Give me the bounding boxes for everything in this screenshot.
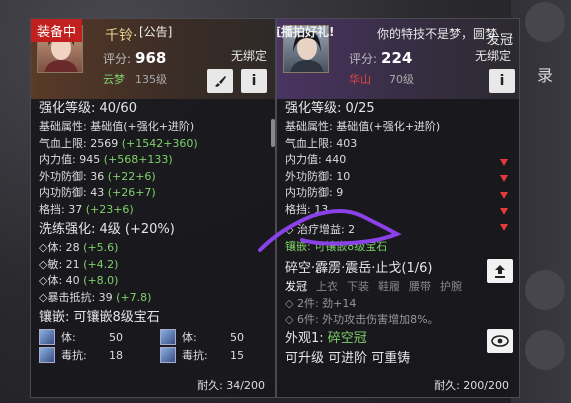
equipped-item-panel: 千铃· [公告] 无绑定 评分: 968 云梦 135级 i 装备中 强化等级: … bbox=[30, 18, 276, 398]
down-arrow-icon bbox=[500, 159, 508, 166]
info-icon[interactable]: i bbox=[241, 69, 267, 93]
set-title: 碎空·霹雳·震岳·止戈(1/6) bbox=[285, 261, 433, 276]
base-attr-title: 基础属性: 基础值(+强化+进阶) bbox=[285, 120, 441, 133]
item-stats: 强化等级: 40/60 基础属性: 基础值(+强化+进阶) 气血上限: 2569… bbox=[31, 99, 275, 375]
sect-label: 华山 bbox=[349, 73, 371, 86]
refine-row: ◇体: 40 (+8.0) bbox=[39, 274, 119, 287]
enhance-level: 强化等级: 0/25 bbox=[285, 101, 375, 116]
set-slot[interactable]: 护腕 bbox=[440, 280, 462, 293]
share-icon[interactable] bbox=[487, 259, 513, 283]
item-slot-label: 发冠 bbox=[487, 33, 514, 48]
gem-icon bbox=[160, 329, 176, 345]
refine-row: ◇暴击抵抗: 39 (+7.8) bbox=[39, 290, 152, 304]
set-slot[interactable]: 发冠 bbox=[285, 280, 307, 293]
info-icon[interactable]: i bbox=[489, 69, 515, 93]
stat-row: 外功防御: 36 (+22+6) bbox=[39, 169, 156, 183]
bind-status: 无绑定 bbox=[230, 49, 267, 63]
refine-row: ◇敏: 21 (+4.2) bbox=[39, 257, 119, 271]
stat-row: 气血上限: 2569 (+1542+360) bbox=[39, 136, 198, 150]
gem-slot[interactable]: 体: 50 bbox=[160, 328, 275, 346]
set-slot[interactable]: 下装 bbox=[347, 280, 369, 293]
appearance-row: 外观1: 碎空冠 bbox=[285, 330, 367, 346]
set-slot[interactable]: 鞋履 bbox=[378, 280, 400, 293]
enhance-level: 强化等级: 40/60 bbox=[39, 101, 137, 116]
durability: 耐久: 34/200 bbox=[197, 379, 265, 392]
annotation-stroke bbox=[258, 209, 402, 252]
side-tab-button[interactable] bbox=[525, 2, 565, 42]
stat-row: 内力值: 945 (+568+133) bbox=[39, 153, 173, 166]
gem-icon bbox=[39, 329, 55, 345]
brush-icon[interactable] bbox=[207, 69, 233, 93]
set-bonus-row: ◇ 6件: 外功攻击伤害增加8%。 bbox=[285, 313, 439, 326]
equipped-badge: 装备中 bbox=[31, 19, 83, 42]
item-header: 看直播拍好礼! 你的特技不是梦，圆梦 发冠 无绑定 评分:224 华山 70级 … bbox=[277, 19, 519, 99]
set-bonus-row: ◇ 2件: 劲+14 bbox=[285, 296, 357, 310]
bind-status: 无绑定 bbox=[474, 49, 511, 63]
gem-slot[interactable]: 毒抗: 15 bbox=[160, 346, 275, 364]
set-slot-tabs: 发冠 上衣 下装 鞋履 腰带 护腕 bbox=[285, 279, 519, 296]
down-arrow-icon bbox=[500, 175, 508, 182]
level-label: 135级 bbox=[135, 73, 167, 86]
item-owner-name: 千铃· bbox=[105, 28, 138, 44]
gem-icon bbox=[160, 347, 176, 363]
upgrade-row: 可升级 可进阶 可重铸 bbox=[285, 350, 411, 366]
sect-label: 云梦 bbox=[103, 73, 125, 86]
gem-slot[interactable]: 毒抗: 18 bbox=[39, 346, 154, 364]
scrollbar[interactable] bbox=[271, 119, 275, 147]
side-tab-label: 录 bbox=[536, 66, 553, 85]
item-score: 评分: 224 bbox=[349, 49, 413, 67]
refine-title: 洗练强化: 4级 (+20%) bbox=[39, 222, 175, 237]
item-score: 评分: 968 bbox=[103, 49, 167, 67]
side-tab-strip: 录 bbox=[511, 0, 571, 403]
level-label: 70级 bbox=[389, 73, 414, 86]
down-arrow-icon bbox=[500, 208, 508, 215]
stat-row: 气血上限: 403 bbox=[285, 136, 358, 150]
eye-icon[interactable] bbox=[487, 329, 513, 353]
down-arrow-icon bbox=[500, 192, 508, 199]
gem-slot[interactable]: 体: 50 bbox=[39, 328, 154, 346]
side-tab-button[interactable] bbox=[525, 270, 565, 310]
gem-title: 镶嵌: 可镶嵌8级宝石 bbox=[39, 310, 160, 325]
gem-icon bbox=[39, 347, 55, 363]
live-notice[interactable]: 看直播拍好礼! bbox=[277, 23, 334, 40]
stat-row: 内力值: 440 bbox=[285, 153, 347, 166]
down-arrow-icon bbox=[500, 224, 508, 231]
refine-row: ◇体: 28 (+5.6) bbox=[39, 241, 119, 254]
gem-grid: 体: 50 体: 50 毒抗: 18 毒抗: 15 bbox=[39, 328, 275, 364]
side-tab-button[interactable] bbox=[525, 330, 565, 370]
announcement-link[interactable]: [公告] bbox=[139, 23, 172, 40]
stat-row: 格挡: 37 (+23+6) bbox=[39, 202, 134, 216]
durability: 耐久: 200/200 bbox=[434, 379, 509, 392]
set-slot[interactable]: 上衣 bbox=[316, 280, 338, 293]
stat-row: 外功防御: 10 bbox=[285, 169, 351, 183]
base-attr-title: 基础属性: 基础值(+强化+进阶) bbox=[39, 120, 195, 133]
item-owner-name: 你的特技不是梦，圆梦 bbox=[377, 27, 498, 41]
stat-row: 内功防御: 43 (+26+7) bbox=[39, 186, 156, 199]
set-slot[interactable]: 腰带 bbox=[409, 280, 431, 293]
